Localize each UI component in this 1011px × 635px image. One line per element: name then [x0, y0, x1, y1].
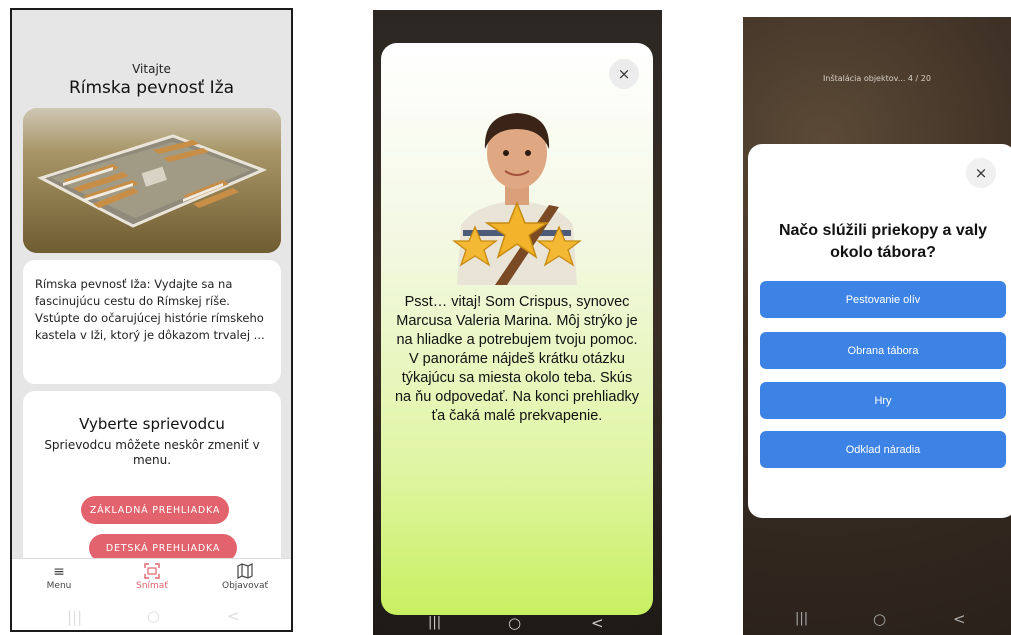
- quiz-question: Načo slúžili priekopy a valy okolo tábor…: [778, 222, 988, 261]
- home-button[interactable]: ○: [508, 614, 521, 632]
- back-button[interactable]: <: [227, 607, 240, 625]
- back-button[interactable]: <: [591, 614, 604, 632]
- loading-status: Inštalácia objektov... 4 / 20: [823, 74, 931, 83]
- recents-button[interactable]: |||: [428, 615, 441, 630]
- bottom-nav: ≡ Menu Snímať Objavovať: [12, 558, 291, 605]
- welcome-text: Vitajte: [132, 62, 171, 76]
- guide-avatar: [452, 113, 582, 285]
- nav-explore[interactable]: Objavovať: [210, 563, 280, 591]
- answer-option[interactable]: Obrana tábora: [760, 332, 1006, 369]
- back-button[interactable]: <: [953, 610, 966, 628]
- fort-image: [23, 108, 281, 253]
- system-nav-bar: ||| ○ <: [12, 604, 291, 630]
- fort-illustration: [23, 108, 281, 253]
- nav-scan-label: Snímať: [136, 581, 168, 591]
- recents-button[interactable]: |||: [67, 608, 82, 626]
- answer-option[interactable]: Pestovanie olív: [760, 281, 1006, 318]
- map-icon: [210, 563, 280, 581]
- home-button[interactable]: ○: [147, 607, 160, 625]
- description-text: Rímska pevnosť Iža: Vydajte sa na fascin…: [35, 277, 265, 342]
- guide-selection-card: Vyberte sprievodcu Sprievodcu môžete nes…: [23, 391, 281, 581]
- guide-title: Vyberte sprievodcu: [79, 415, 225, 433]
- screen-welcome: Vitajte Rímska pevnosť Iža Rímska pevnos…: [10, 8, 293, 632]
- nav-explore-label: Objavovať: [221, 581, 268, 591]
- answer-option[interactable]: Odklad náradia: [760, 431, 1006, 468]
- quiz-modal: × Načo slúžili priekopy a valy okolo táb…: [748, 144, 1011, 518]
- page-title: Rímska pevnosť Iža: [68, 78, 235, 98]
- screen-guide-intro: × Psst… vitaj! Som Crispus, synovec Marc…: [373, 10, 662, 635]
- recents-button[interactable]: |||: [795, 611, 808, 626]
- guide-subtitle: Sprievodcu môžete neskôr zmeniť v menu.: [44, 438, 260, 467]
- system-nav-bar: ||| ○ <: [373, 614, 662, 635]
- answer-option[interactable]: Hry: [760, 382, 1006, 419]
- home-button[interactable]: ○: [873, 610, 886, 628]
- hamburger-icon: ≡: [53, 564, 65, 580]
- intro-modal: × Psst… vitaj! Som Crispus, synovec Marc…: [381, 43, 653, 615]
- close-icon[interactable]: ×: [966, 158, 996, 188]
- screen-quiz: Inštalácia objektov... 4 / 20 × Načo slú…: [743, 17, 1011, 635]
- basic-tour-button[interactable]: ZÁKLADNÁ PREHLIADKA: [81, 496, 229, 524]
- scan-icon: [117, 563, 187, 581]
- nav-menu[interactable]: ≡ Menu: [24, 563, 94, 591]
- guide-message: Psst… vitaj! Som Crispus, synovec Marcus…: [394, 294, 640, 424]
- description-card: Rímska pevnosť Iža: Vydajte sa na fascin…: [23, 260, 281, 384]
- system-nav-bar: ||| ○ <: [743, 607, 1011, 635]
- nav-menu-label: Menu: [46, 581, 72, 591]
- close-icon[interactable]: ×: [609, 59, 639, 89]
- nav-scan[interactable]: Snímať: [117, 563, 187, 591]
